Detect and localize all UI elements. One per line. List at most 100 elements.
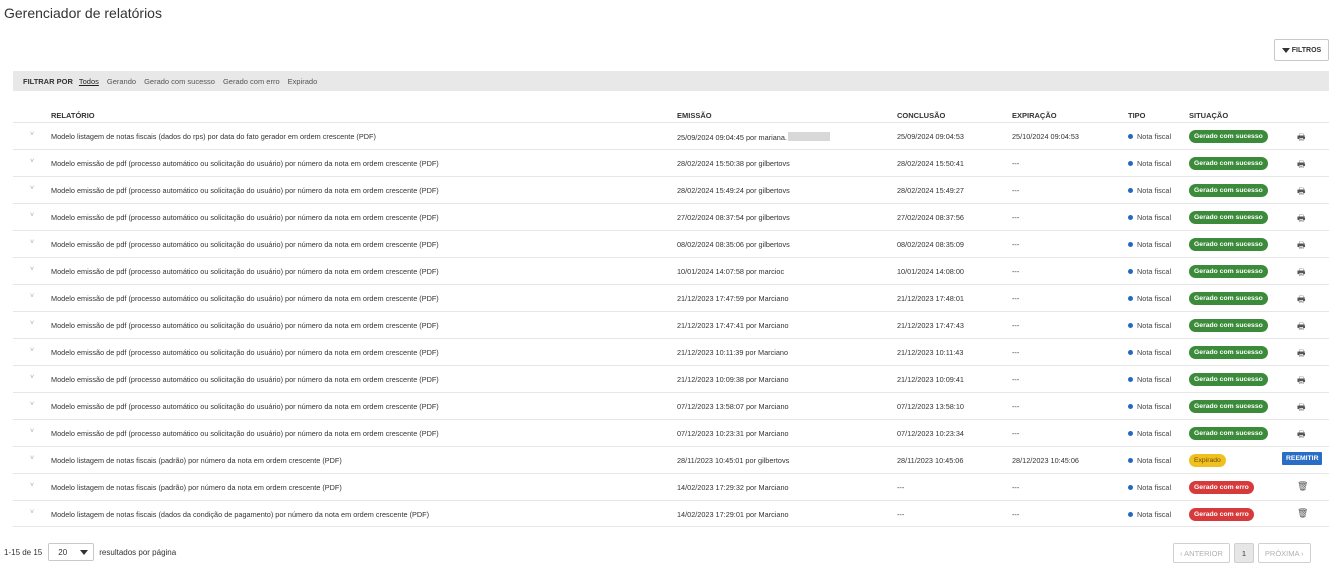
print-icon[interactable]: 🖶 — [1297, 184, 1306, 200]
report-name: Modelo emissão de pdf (processo automáti… — [51, 267, 439, 276]
emission-text: 07/12/2023 10:23:31 por Marciano — [677, 429, 789, 438]
reemit-button[interactable]: REEMITIR — [1282, 452, 1323, 465]
emission-info: 10/01/2024 14:07:58 por marcioc — [677, 267, 784, 276]
emission-text: 08/02/2024 08:35:06 por gilbertovs — [677, 240, 790, 249]
print-icon[interactable]: 🖶 — [1297, 157, 1306, 173]
table-row[interactable]: ˅ Modelo emissão de pdf (processo automát… — [13, 338, 1329, 365]
emission-text: 10/01/2024 14:07:58 por marcioc — [677, 267, 785, 276]
emission-info: 21/12/2023 10:11:39 por Marciano — [677, 348, 788, 357]
status-badge: Gerado com sucesso — [1189, 184, 1268, 197]
table-row[interactable]: ˅ Modelo listagem de notas fiscais (dados… — [13, 500, 1329, 527]
conclusion-date: 07/12/2023 10:23:34 — [897, 429, 964, 438]
print-icon[interactable]: 🖶 — [1297, 427, 1306, 443]
emission-info: 14/02/2023 17:29:32 por Marciano — [677, 483, 789, 492]
table-row[interactable]: ˅ Modelo emissão de pdf (processo automát… — [13, 257, 1329, 284]
emission-info: 14/02/2023 17:29:01 por Marciano — [677, 510, 789, 519]
emission-text: 07/12/2023 13:58:07 por Marciano — [677, 402, 789, 411]
emission-info: 28/02/2024 15:50:38 por gilbertovs — [677, 159, 790, 168]
print-icon[interactable]: 🖶 — [1297, 130, 1306, 146]
report-name: Modelo listagem de notas fiscais (padrão… — [51, 456, 342, 465]
type-dot-icon — [1128, 403, 1133, 409]
table-row[interactable]: ˅ Modelo listagem de notas fiscais (padrã… — [13, 473, 1329, 500]
page-number-1[interactable]: 1 — [1233, 543, 1254, 563]
chevron-down-icon[interactable]: ˅ — [30, 347, 34, 354]
chevron-down-icon[interactable]: ˅ — [30, 212, 34, 219]
conclusion-date: 28/11/2023 10:45:06 — [897, 456, 964, 465]
filter-by-label: FILTRAR POR — [23, 76, 73, 86]
chevron-down-icon[interactable]: ˅ — [30, 158, 34, 165]
emission-text: 25/09/2024 09:04:45 por mariana. — [677, 133, 787, 142]
trash-icon[interactable]: 🗑 — [1297, 508, 1308, 519]
print-icon[interactable]: 🖶 — [1297, 238, 1306, 254]
report-type-label: Nota fiscal — [1137, 294, 1172, 303]
print-icon[interactable]: 🖶 — [1297, 292, 1306, 308]
print-icon[interactable]: 🖶 — [1297, 319, 1306, 335]
chevron-down-icon[interactable]: ˅ — [30, 509, 34, 516]
table-row[interactable]: ˅ Modelo emissão de pdf (processo automát… — [13, 392, 1329, 419]
conclusion-date: --- — [897, 483, 905, 492]
chevron-down-icon[interactable]: ˅ — [30, 293, 34, 300]
report-name: Modelo emissão de pdf (processo automáti… — [51, 240, 439, 249]
filter-option-sucesso[interactable]: Gerado com sucesso — [144, 77, 215, 86]
col-relatorio: RELATÓRIO — [51, 111, 95, 120]
chevron-down-icon — [80, 549, 89, 555]
trash-icon[interactable]: 🗑 — [1297, 481, 1308, 492]
print-icon[interactable]: 🖶 — [1297, 373, 1306, 389]
chevron-down-icon[interactable]: ˅ — [30, 401, 34, 408]
status-badge: Gerado com erro — [1189, 481, 1254, 494]
print-icon[interactable]: 🖶 — [1297, 346, 1306, 362]
table-row[interactable]: ˅ Modelo emissão de pdf (processo automát… — [13, 203, 1329, 230]
table-row[interactable]: ˅ Modelo listagem de notas fiscais (padrã… — [13, 446, 1329, 473]
results-range: 1-15 de 15 — [4, 547, 43, 557]
print-icon[interactable]: 🖶 — [1297, 265, 1306, 281]
report-type: Nota fiscal — [1128, 294, 1171, 303]
table-row[interactable]: ˅ Modelo listagem de notas fiscais (dados… — [13, 122, 1329, 149]
filters-button[interactable]: FILTROS — [1274, 39, 1329, 61]
table-row[interactable]: ˅ Modelo emissão de pdf (processo automát… — [13, 284, 1329, 311]
table-header: RELATÓRIO EMISSÃO CONCLUSÃO EXPIRAÇÃO TI… — [13, 108, 1329, 122]
print-icon[interactable]: 🖶 — [1297, 211, 1306, 227]
filter-option-gerando[interactable]: Gerando — [107, 77, 136, 86]
conclusion-date: 27/02/2024 08:37:56 — [897, 213, 964, 222]
report-type: Nota fiscal — [1128, 186, 1171, 195]
conclusion-date: 21/12/2023 10:11:43 — [897, 348, 964, 357]
report-type-label: Nota fiscal — [1137, 375, 1172, 384]
report-name: Modelo emissão de pdf (processo automáti… — [51, 429, 439, 438]
expiration-date: --- — [1012, 429, 1020, 438]
type-dot-icon — [1128, 511, 1133, 517]
conclusion-date: 21/12/2023 17:47:43 — [897, 321, 964, 330]
status-badge: Gerado com sucesso — [1189, 130, 1268, 143]
table-row[interactable]: ˅ Modelo emissão de pdf (processo automát… — [13, 230, 1329, 257]
filter-option-todos[interactable]: Todos — [79, 77, 99, 86]
emission-text: 14/02/2023 17:29:32 por Marciano — [677, 483, 789, 492]
filter-option-expirado[interactable]: Expirado — [288, 77, 318, 86]
status-badge: Gerado com sucesso — [1189, 265, 1268, 278]
chevron-down-icon[interactable]: ˅ — [30, 482, 34, 489]
table-row[interactable]: ˅ Modelo emissão de pdf (processo automát… — [13, 311, 1329, 338]
report-name: Modelo emissão de pdf (processo automáti… — [51, 375, 439, 384]
table-row[interactable]: ˅ Modelo emissão de pdf (processo automát… — [13, 365, 1329, 392]
page-size-select[interactable]: 20 — [48, 543, 95, 561]
report-type-label: Nota fiscal — [1137, 186, 1172, 195]
chevron-down-icon[interactable]: ˅ — [30, 455, 34, 462]
conclusion-date: 21/12/2023 10:09:41 — [897, 375, 964, 384]
chevron-down-icon[interactable]: ˅ — [30, 320, 34, 327]
prev-page-button[interactable]: ‹ ANTERIOR — [1173, 543, 1230, 563]
table-row[interactable]: ˅ Modelo emissão de pdf (processo automát… — [13, 419, 1329, 446]
report-type: Nota fiscal — [1128, 483, 1171, 492]
emission-text: 28/02/2024 15:49:24 por gilbertovs — [677, 186, 790, 195]
chevron-down-icon[interactable]: ˅ — [30, 428, 34, 435]
table-row[interactable]: ˅ Modelo emissão de pdf (processo automát… — [13, 149, 1329, 176]
filter-option-erro[interactable]: Gerado com erro — [223, 77, 280, 86]
print-icon[interactable]: 🖶 — [1297, 400, 1306, 416]
chevron-down-icon[interactable]: ˅ — [30, 374, 34, 381]
conclusion-date: 21/12/2023 17:48:01 — [897, 294, 964, 303]
next-page-button[interactable]: PRÓXIMA › — [1257, 543, 1311, 563]
chevron-down-icon[interactable]: ˅ — [30, 239, 34, 246]
report-type: Nota fiscal — [1128, 321, 1171, 330]
chevron-down-icon[interactable]: ˅ — [30, 266, 34, 273]
chevron-down-icon[interactable]: ˅ — [30, 185, 34, 192]
chevron-down-icon[interactable]: ˅ — [30, 131, 34, 138]
table-row[interactable]: ˅ Modelo emissão de pdf (processo automát… — [13, 176, 1329, 203]
type-dot-icon — [1128, 457, 1133, 463]
